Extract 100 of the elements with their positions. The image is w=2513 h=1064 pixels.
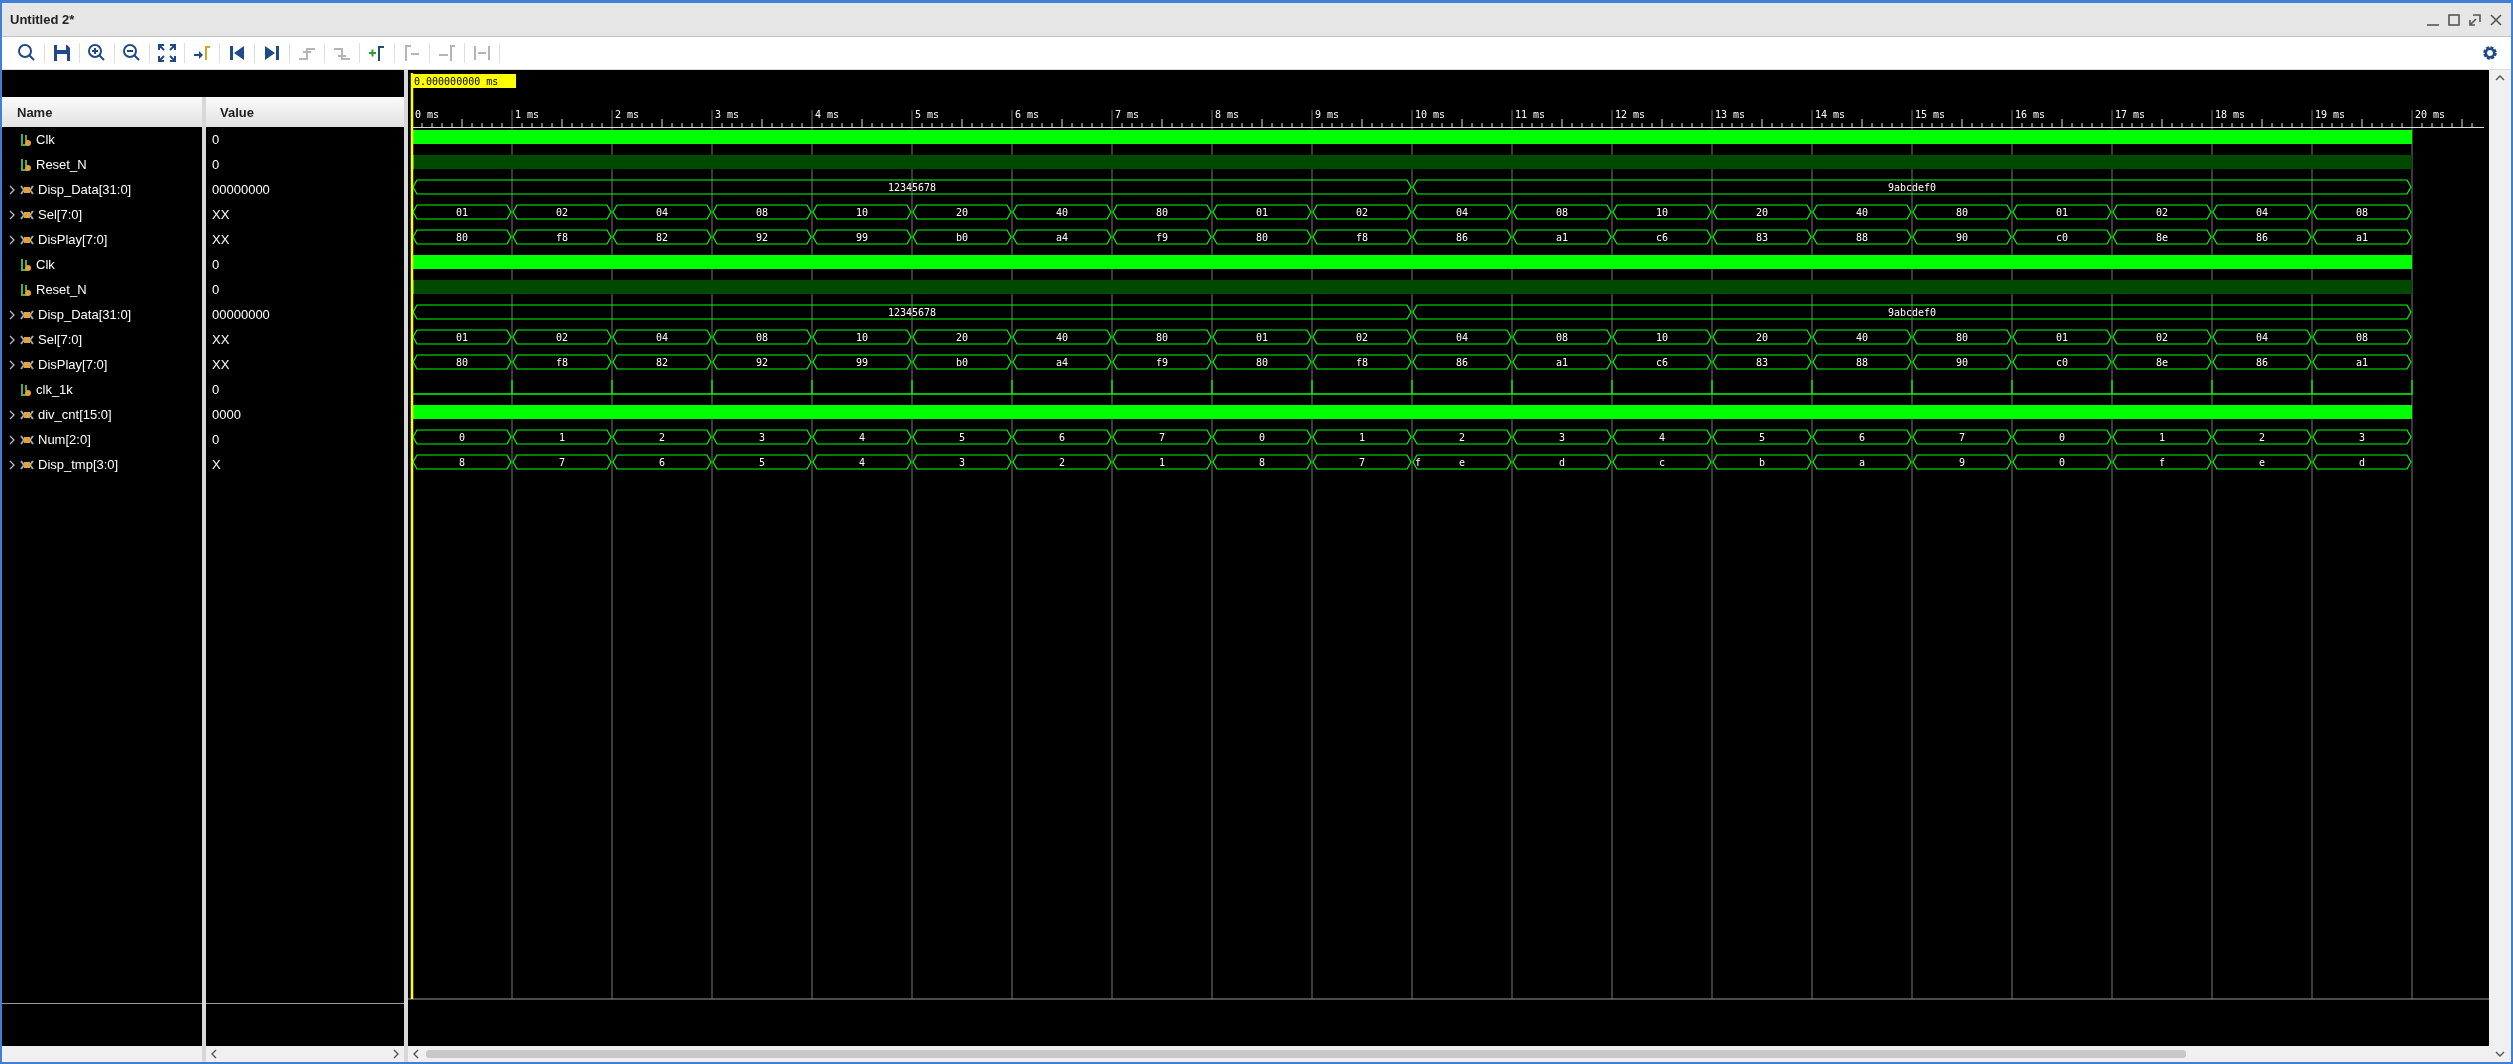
bus-segment: 7 bbox=[1312, 454, 1412, 470]
scroll-left-icon[interactable] bbox=[210, 1049, 218, 1059]
signal-name[interactable]: Sel[7:0] bbox=[38, 207, 83, 222]
bus-segment: 02 bbox=[512, 329, 612, 345]
bus-segment: f bbox=[2112, 454, 2212, 470]
signal-name[interactable]: Disp_Data[31:0] bbox=[38, 307, 132, 322]
bus-segment: 6 bbox=[1812, 429, 1912, 445]
bus-segment: 90 bbox=[1912, 229, 2012, 245]
bus-segment: a1 bbox=[1512, 354, 1612, 370]
add-marker-icon[interactable] bbox=[367, 43, 387, 63]
signal-name[interactable]: Reset_N bbox=[36, 157, 87, 172]
signal-name[interactable]: Reset_N bbox=[36, 282, 87, 297]
time-label: 4 ms bbox=[815, 109, 840, 120]
bus-segment: 9abcdef0 bbox=[1412, 179, 2412, 195]
scroll-right-icon[interactable] bbox=[392, 1049, 400, 1059]
bus-segment: b0 bbox=[912, 354, 1012, 370]
chevron-icon[interactable] bbox=[8, 409, 16, 420]
chevron-icon[interactable] bbox=[8, 234, 16, 245]
signal-name[interactable]: clk_1k bbox=[36, 382, 73, 397]
name-column-header[interactable]: Name bbox=[2, 97, 202, 127]
signal-name[interactable]: Disp_Data[31:0] bbox=[38, 182, 132, 197]
bus-segment: 86 bbox=[1412, 229, 1512, 245]
vertical-scrollbar[interactable] bbox=[2489, 70, 2511, 1062]
bus-segment: 5 bbox=[912, 429, 1012, 445]
time-label: 20 ms bbox=[2415, 109, 2446, 120]
scroll-up-icon[interactable] bbox=[2495, 74, 2505, 82]
time-label: 17 ms bbox=[2115, 109, 2146, 120]
signal-name[interactable]: Num[2:0] bbox=[38, 432, 91, 447]
chevron-icon[interactable] bbox=[8, 459, 16, 470]
go-to-start-icon[interactable] bbox=[227, 43, 247, 63]
cursor-time-label: 0.000000000 ms bbox=[414, 76, 499, 87]
scroll-left-icon[interactable] bbox=[412, 1049, 420, 1059]
signal-value: 0 bbox=[212, 282, 220, 297]
bus-segment: f9 bbox=[1112, 354, 1212, 370]
time-label: 16 ms bbox=[2015, 109, 2046, 120]
signal-value: 0 bbox=[212, 132, 220, 147]
chevron-icon[interactable] bbox=[8, 359, 16, 370]
scroll-down-icon[interactable] bbox=[2495, 1050, 2505, 1058]
bus-segment: 88 bbox=[1812, 229, 1912, 245]
bus-segment: 01 bbox=[2012, 329, 2112, 345]
bus-segment: 10 bbox=[1612, 329, 1712, 345]
bus-segment: 2 bbox=[1012, 454, 1112, 470]
signal-name[interactable]: Sel[7:0] bbox=[38, 332, 83, 347]
window-title: Untitled 2* bbox=[10, 12, 75, 27]
chevron-icon[interactable] bbox=[8, 334, 16, 345]
bus-segment: 80 bbox=[1912, 204, 2012, 220]
bus-segment: a1 bbox=[1512, 229, 1612, 245]
horizontal-scrollbar[interactable] bbox=[2, 1046, 202, 1062]
signal-name[interactable]: div_cnt[15:0] bbox=[38, 407, 112, 422]
bus-segment: 02 bbox=[2112, 204, 2212, 220]
settings-icon[interactable] bbox=[2481, 44, 2499, 62]
bus-segment: 6 bbox=[612, 454, 712, 470]
signal-icon bbox=[20, 257, 32, 272]
time-label: 1 ms bbox=[515, 109, 540, 120]
time-label: 18 ms bbox=[2215, 109, 2246, 120]
scrollbar-thumb[interactable] bbox=[426, 1050, 2186, 1058]
chevron-icon[interactable] bbox=[8, 209, 16, 220]
chevron-icon[interactable] bbox=[8, 184, 16, 195]
signal-name[interactable]: Clk bbox=[36, 132, 55, 147]
search-icon[interactable] bbox=[17, 43, 37, 63]
bus-segment: 80 bbox=[1212, 354, 1312, 370]
bus-icon bbox=[20, 458, 34, 471]
float-icon[interactable] bbox=[2468, 12, 2482, 27]
bus-segment: 99 bbox=[812, 229, 912, 245]
chevron-icon[interactable] bbox=[8, 434, 16, 445]
bus-segment: 92 bbox=[712, 229, 812, 245]
bus-segment: 40 bbox=[1012, 204, 1112, 220]
cursor[interactable] bbox=[410, 73, 414, 999]
zoom-out-icon[interactable] bbox=[122, 43, 142, 63]
bus-segment: 04 bbox=[2212, 329, 2312, 345]
zoom-in-icon[interactable] bbox=[87, 43, 107, 63]
signal-name[interactable]: DisPlay[7:0] bbox=[38, 232, 108, 247]
bus-segment: 1 bbox=[2112, 429, 2212, 445]
chevron-icon[interactable] bbox=[8, 309, 16, 320]
bus-icon bbox=[20, 358, 34, 371]
horizontal-scrollbar[interactable] bbox=[408, 1046, 2489, 1062]
bus-segment: 7 bbox=[512, 454, 612, 470]
go-to-cursor-icon[interactable] bbox=[192, 43, 212, 63]
bus-segment: 02 bbox=[2112, 329, 2212, 345]
signal-name[interactable]: DisPlay[7:0] bbox=[38, 357, 108, 372]
bus-segment: 3 bbox=[712, 429, 812, 445]
bus-segment: 5 bbox=[712, 454, 812, 470]
zoom-fit-icon[interactable] bbox=[157, 43, 177, 63]
horizontal-scrollbar[interactable] bbox=[206, 1046, 404, 1062]
bus-segment: 4 bbox=[812, 454, 912, 470]
bus-segment: 20 bbox=[912, 329, 1012, 345]
maximize-icon[interactable] bbox=[2447, 12, 2461, 27]
bus-segment: 4 bbox=[812, 429, 912, 445]
save-icon[interactable] bbox=[52, 43, 72, 63]
signal-name[interactable]: Clk bbox=[36, 257, 55, 272]
signal-name[interactable]: Disp_tmp[3:0] bbox=[38, 457, 119, 472]
bus-segment: 8e bbox=[2112, 354, 2212, 370]
close-icon[interactable] bbox=[2489, 12, 2503, 27]
bus-segment: 40 bbox=[1812, 329, 1912, 345]
bus-segment: c0 bbox=[2012, 229, 2112, 245]
go-to-end-icon[interactable] bbox=[262, 43, 282, 63]
signal-icon bbox=[20, 382, 32, 397]
bus-segment: 2 bbox=[1412, 429, 1512, 445]
value-column-header[interactable]: Value bbox=[206, 97, 404, 127]
signal-value: XX bbox=[212, 207, 230, 222]
